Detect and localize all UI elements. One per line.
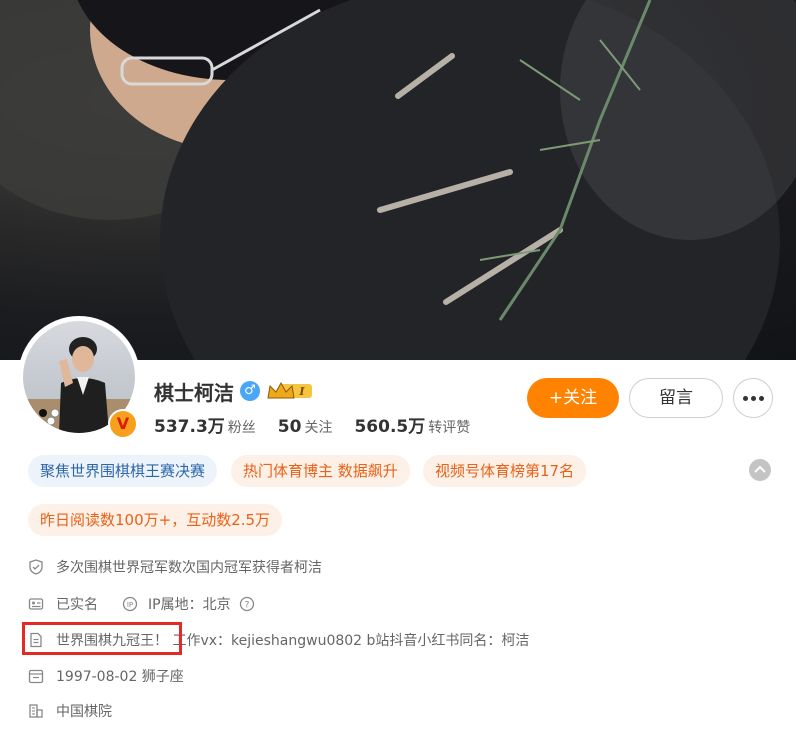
interactions-count: 560.5万 [354, 417, 426, 437]
info-realname-ip: 已实名 IP IP属地：北京 ? [28, 594, 255, 614]
followers-count[interactable]: 537.3万 [154, 412, 225, 437]
interactions-label: 转评赞 [428, 420, 471, 436]
following-label: 关注 [304, 420, 333, 436]
tag-hot-sports-blogger[interactable]: 热门体育博主 数据飙升 [231, 455, 410, 487]
tag-daily-reads[interactable]: 昨日阅读数100万+，互动数2.5万 [28, 504, 283, 536]
ip-location-text: IP属地：北京 [148, 597, 231, 613]
birthday-text: 1997-08-02 狮子座 [56, 669, 184, 685]
svg-text:?: ? [244, 601, 249, 611]
cover-photo [0, 0, 796, 360]
cover-details [120, 0, 652, 321]
tag-video-rank[interactable]: 视频号体育榜第17名 [423, 455, 587, 487]
male-icon: ♂ [240, 381, 260, 401]
info-verification: 多次围棋世界冠军数次国内冠军获得者柯洁 [28, 557, 322, 577]
info-birthday: 1997-08-02 狮子座 [28, 666, 184, 686]
profile-stats: 537.3万 粉丝 50 关注 560.5万 转评赞 [154, 412, 492, 437]
profile-name: 棋士柯洁 [154, 381, 234, 405]
highlight-box [22, 622, 182, 655]
tag-chess-final[interactable]: 聚焦世界围棋棋王赛决赛 [28, 455, 218, 487]
more-dots-icon[interactable] [733, 378, 773, 418]
calendar-icon [28, 669, 44, 684]
help-icon[interactable]: ? [239, 596, 255, 612]
verification-text: 多次围棋世界冠军数次国内冠军获得者柯洁 [56, 560, 322, 576]
info-organization: 中国棋院 [28, 701, 112, 721]
verified-v-badge-icon: V [108, 409, 138, 439]
building-icon [29, 704, 43, 718]
crown-icon[interactable]: I [266, 380, 314, 402]
shield-icon [29, 559, 43, 575]
message-button[interactable]: 留言 [629, 378, 723, 418]
organization-text: 中国棋院 [56, 704, 112, 720]
vip-level-text: I [298, 385, 305, 398]
followers-label: 粉丝 [227, 420, 256, 436]
ip-icon: IP [122, 596, 138, 612]
svg-text:IP: IP [127, 601, 133, 609]
follow-button[interactable]: +关注 [527, 378, 619, 418]
following-count[interactable]: 50 [278, 417, 302, 437]
collapse-chevron-icon[interactable] [749, 459, 771, 481]
real-name-text: 已实名 [56, 597, 98, 613]
id-card-icon [28, 598, 44, 610]
